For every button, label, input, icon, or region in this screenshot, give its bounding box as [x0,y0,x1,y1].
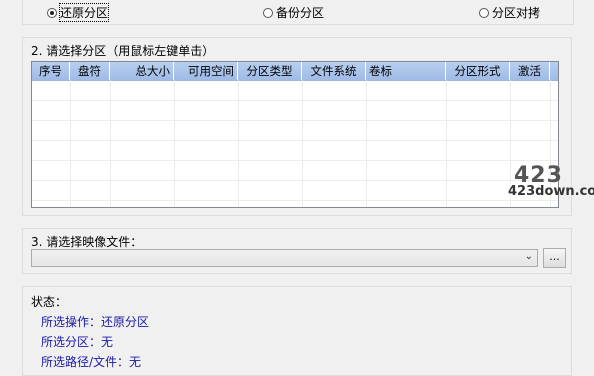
radio-dot-icon [263,7,273,18]
table-row[interactable] [32,81,558,101]
table-row[interactable] [32,101,558,121]
image-file-group: 3. 请选择映像文件： ⌄ ... [22,228,572,274]
status-group: 状态： 所选操作：还原分区 所选分区：无 所选路径/文件：无 [22,286,572,376]
radio-copy[interactable]: 分区对拷 [479,4,540,21]
partition-group: 2. 请选择分区（用鼠标左键单击） 序号 盘符 总大小 可用空间 分区类型 文件… [22,37,572,216]
radio-backup[interactable]: 备份分区 [263,4,324,21]
col-active[interactable]: 激活 [510,62,550,80]
radio-backup-label: 备份分区 [276,6,325,20]
status-path: 所选路径/文件：无 [41,355,142,369]
radio-restore[interactable]: 还原分区 [47,3,110,22]
partition-table-header: 序号 盘符 总大小 可用空间 分区类型 文件系统 卷标 分区形式 激活 [32,62,558,81]
radio-copy-label: 分区对拷 [492,6,541,20]
col-partition-type[interactable]: 分区类型 [238,62,302,80]
table-row[interactable] [32,121,558,141]
col-drive[interactable]: 盘符 [70,62,110,80]
operation-frame: 还原分区 备份分区 分区对拷 [22,0,574,25]
table-row[interactable] [32,181,558,201]
col-index[interactable]: 序号 [32,62,70,80]
image-file-group-title: 3. 请选择映像文件： [31,235,143,249]
col-total-size[interactable]: 总大小 [110,62,174,80]
col-filler [550,62,558,80]
radio-restore-label: 还原分区 [58,3,110,22]
col-file-system[interactable]: 文件系统 [302,62,366,80]
watermark-logo: 423 423down.com [508,163,594,203]
image-path-combobox[interactable]: ⌄ [31,249,538,267]
browse-button[interactable]: ... [543,248,566,268]
radio-dot-icon [479,7,489,18]
status-title: 状态： [31,295,68,309]
partition-group-title: 2. 请选择分区（用鼠标左键单击） [31,44,215,58]
col-partition-style[interactable]: 分区形式 [446,62,510,80]
table-row[interactable] [32,161,558,181]
status-partition: 所选分区：无 [41,335,114,349]
chevron-down-icon[interactable]: ⌄ [525,251,533,262]
radio-dot-icon [47,7,57,18]
watermark-bottom: 423down.com [508,184,594,199]
table-row[interactable] [32,141,558,161]
status-operation: 所选操作：还原分区 [41,315,150,329]
col-free-space[interactable]: 可用空间 [174,62,238,80]
table-row[interactable] [32,201,558,207]
partition-table[interactable]: 序号 盘符 总大小 可用空间 分区类型 文件系统 卷标 分区形式 激活 [31,61,559,208]
col-volume-label[interactable]: 卷标 [366,62,446,80]
